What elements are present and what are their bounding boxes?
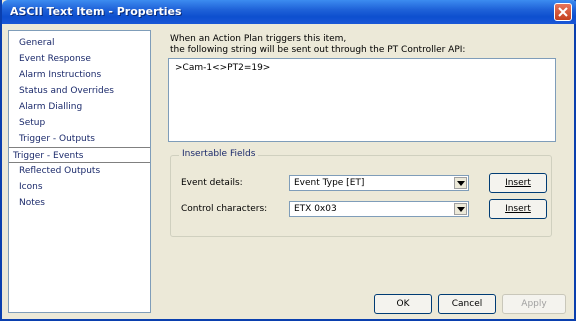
ok-button[interactable]: OK (374, 294, 432, 314)
sidebar-item-icons[interactable]: Icons (9, 179, 150, 195)
description-text: When an Action Plan triggers this item, … (170, 34, 570, 56)
event-details-label: Event details: (181, 178, 243, 188)
properties-dialog: ASCII Text Item - Properties General Eve… (0, 0, 576, 321)
description-line: When an Action Plan triggers this item, (170, 34, 347, 44)
control-characters-label: Control characters: (181, 204, 268, 214)
control-characters-value: ETX 0x03 (294, 204, 337, 214)
insertable-fields-group: Insertable Fields Event details: Event T… (170, 149, 552, 237)
sidebar-item-alarm-dialling[interactable]: Alarm Dialling (9, 99, 150, 115)
control-characters-dropdown[interactable]: ETX 0x03 (289, 201, 469, 217)
description-line: the following string will be sent out th… (170, 45, 466, 55)
insert-control-button[interactable]: Insert (489, 199, 547, 219)
sidebar-item-event-response[interactable]: Event Response (9, 51, 150, 67)
cancel-button[interactable]: Cancel (438, 294, 496, 314)
window-title: ASCII Text Item - Properties (10, 5, 182, 18)
chevron-down-icon (457, 207, 465, 212)
event-details-value: Event Type [ET] (294, 178, 365, 188)
sidebar-item-status-overrides[interactable]: Status and Overrides (9, 83, 150, 99)
group-title: Insertable Fields (179, 149, 259, 159)
sidebar-item-alarm-instructions[interactable]: Alarm Instructions (9, 67, 150, 83)
sidebar-nav: General Event Response Alarm Instruction… (8, 30, 151, 313)
apply-button[interactable]: Apply (502, 294, 566, 314)
sidebar-item-reflected-outputs[interactable]: Reflected Outputs (9, 163, 150, 179)
close-button[interactable] (554, 3, 572, 21)
sidebar-item-trigger-events[interactable]: Trigger - Events (9, 147, 150, 163)
sidebar-item-general[interactable]: General (9, 35, 150, 51)
chevron-down-icon (457, 181, 465, 186)
close-icon (558, 7, 568, 17)
dropdown-button[interactable] (454, 177, 467, 189)
sidebar-item-setup[interactable]: Setup (9, 115, 150, 131)
sidebar-item-trigger-outputs[interactable]: Trigger - Outputs (9, 131, 150, 147)
title-bar[interactable]: ASCII Text Item - Properties (2, 0, 576, 24)
dropdown-button[interactable] (454, 203, 467, 215)
sidebar-item-notes[interactable]: Notes (9, 195, 150, 211)
string-textarea[interactable]: >Cam-1<>PT2=19> (168, 58, 556, 142)
insert-event-button[interactable]: Insert (489, 173, 547, 193)
event-details-dropdown[interactable]: Event Type [ET] (289, 175, 469, 191)
